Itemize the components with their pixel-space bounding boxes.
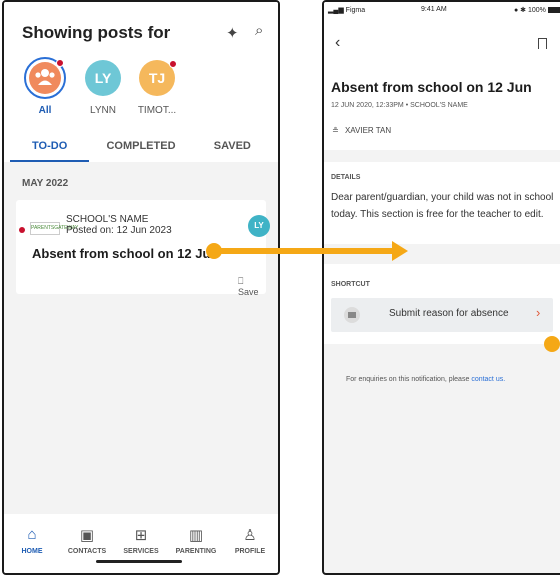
detail-title: Absent from school on 12 Jun (331, 79, 532, 95)
detail-meta: 12 JUN 2020, 12:33PM • SCHOOL'S NAME (331, 102, 468, 109)
page-title: Showing posts for (22, 23, 171, 42)
parenting-icon: ▥ (188, 527, 204, 544)
save-button[interactable]: ⎕ Save (238, 276, 266, 297)
profile-icon: ♙ (243, 527, 257, 544)
avatar-label-timot: TIMOT... (137, 105, 177, 116)
nav-label: SERVICES (123, 548, 159, 555)
signal-icon: ▂▄▆ (328, 7, 346, 14)
notification-dot (56, 59, 64, 67)
posted-date: Posted on: 12 Jun 2023 (66, 225, 172, 236)
home-indicator (96, 560, 182, 563)
bookmark-icon: ⎕ (238, 276, 244, 286)
feed-screen: Showing posts for ✦ ⌕ LY TJ All LYNN TIM… (2, 0, 280, 575)
unread-dot (19, 227, 25, 233)
submit-reason-button[interactable]: Submit reason for absence › (331, 298, 553, 332)
month-header: MAY 2022 (22, 178, 69, 189)
flow-arrow-start-2 (544, 336, 560, 352)
submit-reason-label: Submit reason for absence (389, 308, 509, 319)
bottom-nav: ⌂ HOME ▣ CONTACTS ⊞ SERVICES ▥ PARENTING… (4, 514, 278, 573)
child-avatar: LY (248, 215, 270, 237)
feed-header: Showing posts for ✦ ⌕ LY TJ All LYNN TIM… (4, 2, 278, 162)
school-logo: PARENTSGATEWAY (30, 222, 78, 235)
save-label: Save (238, 287, 259, 297)
detail-screen: ▂▄▆ Figma 9:41 AM ● ✱ 100% ‹ Absent from… (322, 0, 560, 575)
school-name: SCHOOL'S NAME (66, 214, 149, 225)
enquiry-text: For enquiries on this notification, plea… (346, 376, 506, 383)
tab-todo[interactable]: TO-DO (4, 130, 95, 162)
details-label: DETAILS (331, 174, 361, 181)
nav-contacts[interactable]: ▣ CONTACTS (59, 526, 115, 555)
post-headline[interactable]: Absent from school on 12 Jun (32, 246, 218, 261)
form-icon (344, 307, 360, 323)
flow-arrow-head (392, 241, 408, 261)
avatar-all[interactable] (24, 57, 66, 99)
tab-bar: TO-DO COMPLETED SAVED (4, 130, 278, 162)
status-battery: ● ✱ 100% (514, 6, 560, 14)
details-section: DETAILS Dear parent/guardian, your child… (324, 162, 560, 244)
contact-us-link[interactable]: contact us. (471, 376, 505, 383)
tab-completed[interactable]: COMPLETED (95, 130, 186, 162)
chevron-right-icon: › (536, 305, 541, 320)
tab-saved[interactable]: SAVED (187, 130, 278, 162)
detail-header: ▂▄▆ Figma 9:41 AM ● ✱ 100% ‹ Absent from… (324, 2, 560, 150)
home-icon: ⌂ (27, 526, 37, 543)
status-carrier: ▂▄▆ Figma (328, 7, 366, 14)
search-icon[interactable]: ⌕ (255, 22, 263, 39)
nav-label: PARENTING (175, 548, 217, 555)
nav-services[interactable]: ⊞ SERVICES (113, 526, 169, 555)
people-icon (29, 62, 61, 94)
nav-home[interactable]: ⌂ HOME (4, 526, 60, 555)
flow-arrow-line (214, 248, 394, 254)
battery-icon (547, 7, 560, 14)
nav-label: HOME (21, 548, 43, 555)
nav-label: CONTACTS (67, 548, 107, 555)
sparkle-icon[interactable]: ✦ (226, 24, 239, 42)
bookmark-icon[interactable] (538, 38, 547, 49)
nav-parenting[interactable]: ▥ PARENTING (168, 526, 224, 555)
nav-profile[interactable]: ♙ PROFILE (222, 526, 278, 555)
author: ≗ XAVIER TAN (332, 126, 391, 135)
notification-dot (169, 60, 177, 68)
avatar-label-all: All (38, 105, 52, 116)
post-card[interactable]: PARENTSGATEWAY SCHOOL'S NAME Posted on: … (16, 200, 270, 297)
status-time: 9:41 AM (421, 6, 447, 13)
contacts-icon: ▣ (79, 527, 95, 544)
shortcut-section: SHORTCUT Submit reason for absence › (324, 264, 560, 344)
person-icon: ≗ (332, 126, 339, 135)
avatar-lynn[interactable]: LY (85, 60, 121, 96)
back-icon[interactable]: ‹ (335, 34, 340, 52)
services-icon: ⊞ (134, 527, 148, 544)
bluetooth-icon: ● ✱ (514, 7, 528, 14)
details-body: Dear parent/guardian, your child was not… (331, 192, 554, 220)
shortcut-label: SHORTCUT (331, 281, 370, 288)
author-name: XAVIER TAN (344, 126, 392, 135)
nav-label: PROFILE (234, 548, 266, 555)
avatar-label-lynn: LYNN (90, 105, 116, 116)
